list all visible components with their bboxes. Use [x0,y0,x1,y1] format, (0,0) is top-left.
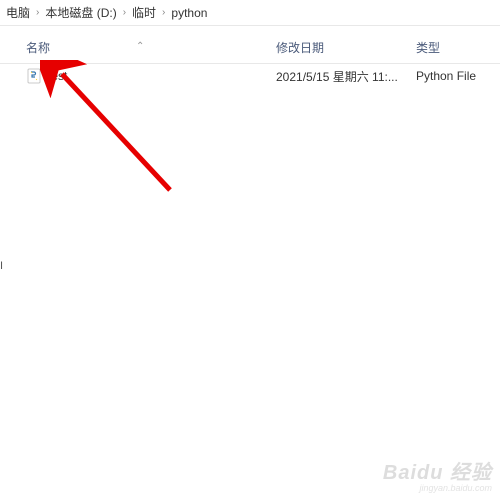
sort-caret-icon: ⌃ [136,41,144,52]
watermark-url: jingyan.baidu.com [383,484,492,494]
column-header-label: 修改日期 [276,41,324,55]
file-type: Python File [410,69,500,83]
file-name: test [48,69,67,83]
breadcrumb-item[interactable]: 本地磁盘 (D:) [45,4,116,21]
column-header-type[interactable]: 类型 [410,39,500,56]
breadcrumb-item[interactable]: 临时 [132,4,156,21]
column-headers: 名称 ⌃ 修改日期 类型 [0,32,500,64]
column-header-label: 类型 [416,41,440,55]
breadcrumb-item[interactable]: python [171,6,207,20]
python-file-icon [26,68,42,84]
watermark-logo: Baidu 经验 [383,462,492,484]
file-date: 2021/5/15 星期六 11:... [270,68,410,85]
breadcrumb-item[interactable]: 电脑 [6,4,30,21]
chevron-right-icon: › [162,7,165,18]
watermark: Baidu 经验 jingyan.baidu.com [383,462,492,494]
breadcrumb: 电脑 › 本地磁盘 (D:) › 临时 › python [0,0,500,26]
file-row[interactable]: test 2021/5/15 星期六 11:... Python File [0,64,500,88]
chevron-right-icon: › [36,7,39,18]
column-header-label: 名称 [26,41,50,55]
truncated-edge-char: I [0,260,6,272]
column-header-date[interactable]: 修改日期 [270,39,410,56]
column-header-name[interactable]: 名称 ⌃ [0,39,270,56]
chevron-right-icon: › [123,7,126,18]
